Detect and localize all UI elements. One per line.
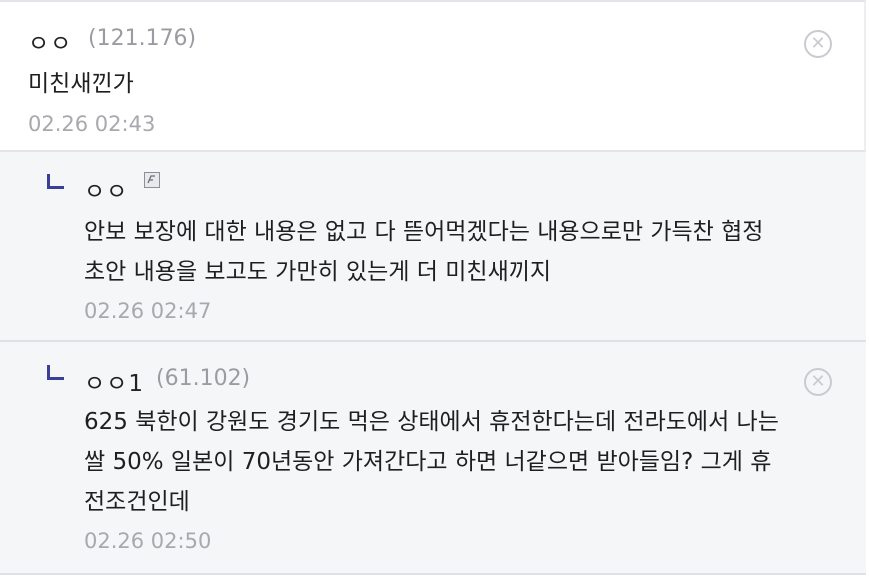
reply-date: 02.26 02:50	[84, 529, 212, 553]
reply-arrow-icon	[47, 174, 64, 189]
reply-text: 안보 보장에 대한 내용은 없고 다 뜯어먹겠다는 내용으로만 가득찬 협정 초…	[84, 212, 763, 292]
reply-nickname[interactable]: ㅇㅇ1	[84, 364, 144, 398]
reply-text-line: 안보 보장에 대한 내용은 없고 다 뜯어먹겠다는 내용으로만 가득찬 협정	[84, 219, 764, 245]
comment-ip: (121.176)	[88, 26, 197, 51]
reply-text-line: 쌀 50% 일본이 70년동안 가져간다고 하면 너같으면 받아들임? 그게 휴	[84, 449, 772, 475]
reply-ip: (61.102)	[156, 366, 251, 391]
reply-nickname[interactable]: ㅇㅇ	[84, 172, 128, 206]
reply-item: ㅇㅇ1 (61.102) ✕ 625 북한이 강원도 경기도 먹은 상태에서 휴…	[0, 342, 866, 575]
comment-date: 02.26 02:43	[28, 112, 156, 136]
reply-text-line: 전조건인데	[84, 489, 190, 515]
reply-arrow-icon	[47, 365, 64, 380]
comment-nickname[interactable]: ㅇㅇ	[28, 24, 72, 58]
reply-text-line: 625 북한이 강원도 경기도 먹은 상태에서 휴전한다는데 전라도에서 나는	[84, 409, 779, 435]
comment-list: ㅇㅇ (121.176) ✕ 미친새낀가 02.26 02:43 ㅇㅇ 안보 보…	[0, 0, 869, 577]
reply-date: 02.26 02:47	[84, 299, 212, 323]
reply-item: ㅇㅇ 안보 보장에 대한 내용은 없고 다 뜯어먹겠다는 내용으로만 가득찬 협…	[0, 152, 866, 342]
reply-text-line: 초안 내용을 보고도 가만히 있는게 더 미친새끼지	[84, 259, 552, 285]
fixed-nickname-icon	[144, 172, 160, 188]
close-icon[interactable]: ✕	[804, 368, 832, 396]
comment-text: 미친새낀가	[28, 71, 134, 97]
comment-item: ㅇㅇ (121.176) ✕ 미친새낀가 02.26 02:43	[0, 0, 866, 152]
reply-text: 625 북한이 강원도 경기도 먹은 상태에서 휴전한다는데 전라도에서 나는 …	[84, 402, 779, 522]
close-icon[interactable]: ✕	[804, 30, 832, 58]
